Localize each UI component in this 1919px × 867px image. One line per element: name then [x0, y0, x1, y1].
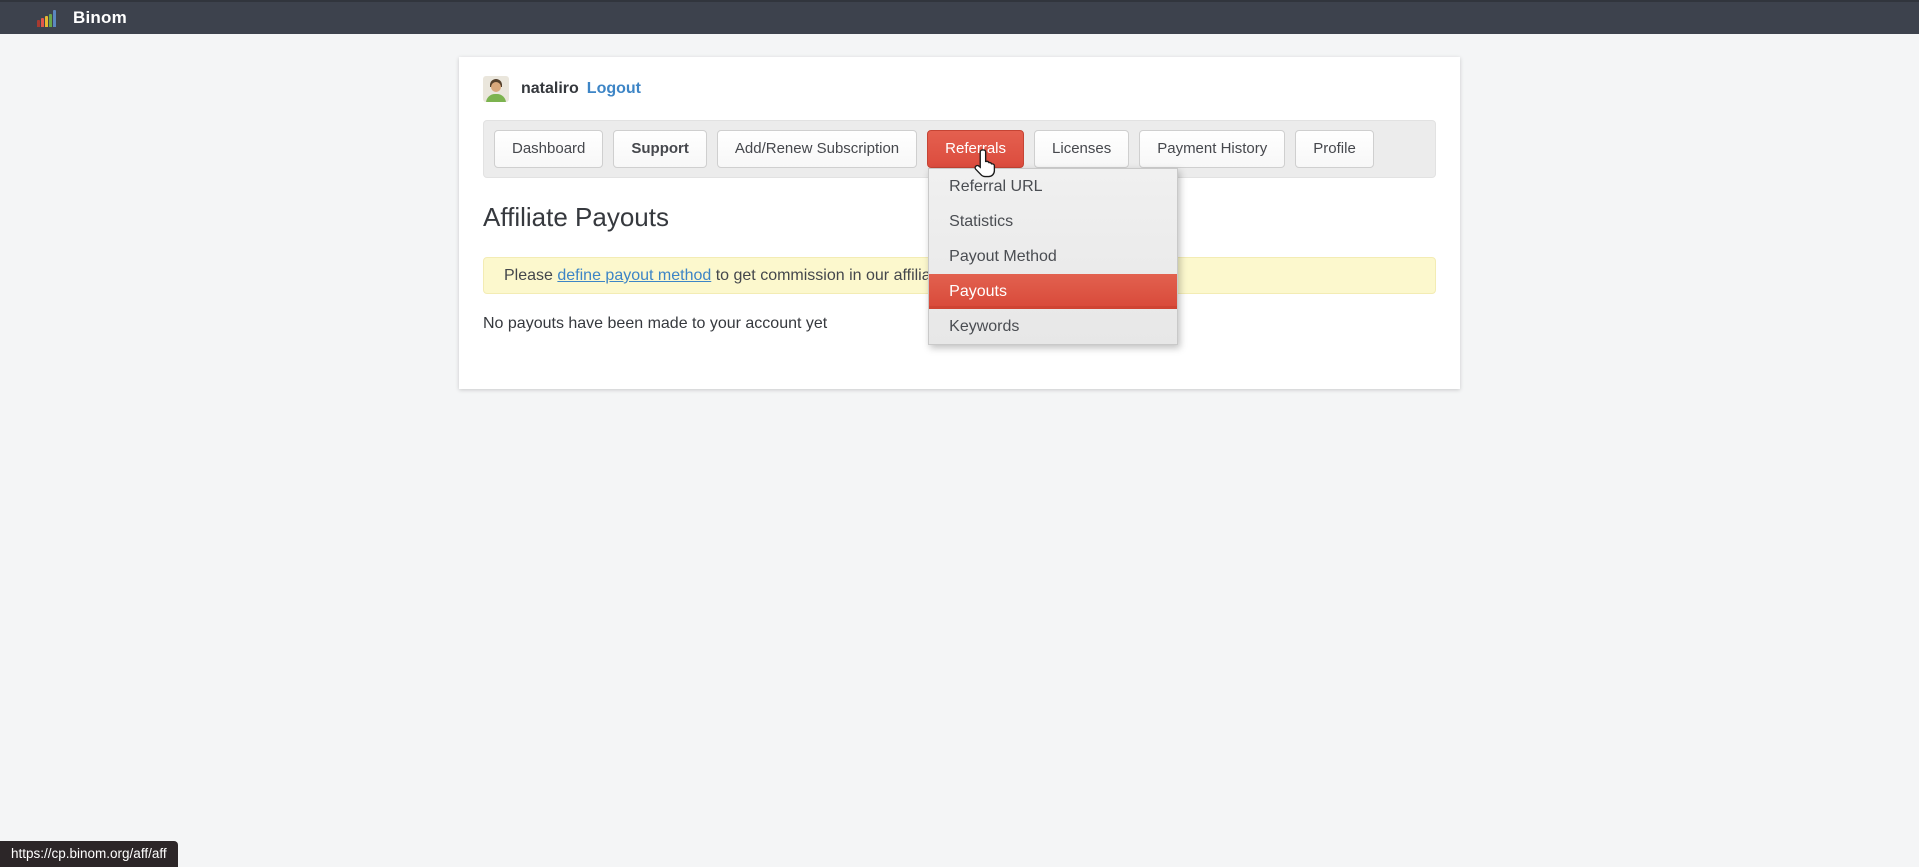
menu-item-payouts[interactable]: Payouts [929, 274, 1177, 309]
referrals-dropdown-menu: Referral URL Statistics Payout Method Pa… [928, 168, 1178, 345]
username-label: nataliro [521, 80, 579, 98]
logout-link[interactable]: Logout [587, 80, 641, 98]
nav-profile-button[interactable]: Profile [1295, 130, 1374, 168]
nav-referrals-button[interactable]: Referrals [927, 130, 1024, 168]
nav-support-button[interactable]: Support [613, 130, 707, 168]
nav-referrals-wrap: Referrals Referral URL Statistics Payout… [927, 130, 1024, 168]
menu-item-referral-url[interactable]: Referral URL [929, 169, 1177, 204]
define-payout-method-link[interactable]: define payout method [557, 267, 711, 284]
nav-payment-history-button[interactable]: Payment History [1139, 130, 1285, 168]
brand-title: Binom [73, 8, 127, 28]
main-card: nataliro Logout Dashboard Support Add/Re… [459, 57, 1460, 389]
notice-prefix-text: Please [504, 267, 557, 284]
main-nav: Dashboard Support Add/Renew Subscription… [483, 120, 1436, 178]
top-bar: Binom [0, 0, 1919, 34]
nav-licenses-button[interactable]: Licenses [1034, 130, 1129, 168]
user-avatar [483, 76, 509, 102]
bar-chart-icon [37, 10, 56, 27]
menu-item-statistics[interactable]: Statistics [929, 204, 1177, 239]
user-header: nataliro Logout [483, 75, 1436, 103]
menu-item-keywords[interactable]: Keywords [929, 309, 1177, 344]
page: Binom nataliro Logout Dashboard Support … [0, 0, 1919, 867]
nav-dashboard-button[interactable]: Dashboard [494, 130, 603, 168]
menu-item-payout-method[interactable]: Payout Method [929, 239, 1177, 274]
link-status-tooltip: https://cp.binom.org/aff/aff [0, 841, 178, 867]
nav-add-renew-subscription-button[interactable]: Add/Renew Subscription [717, 130, 917, 168]
